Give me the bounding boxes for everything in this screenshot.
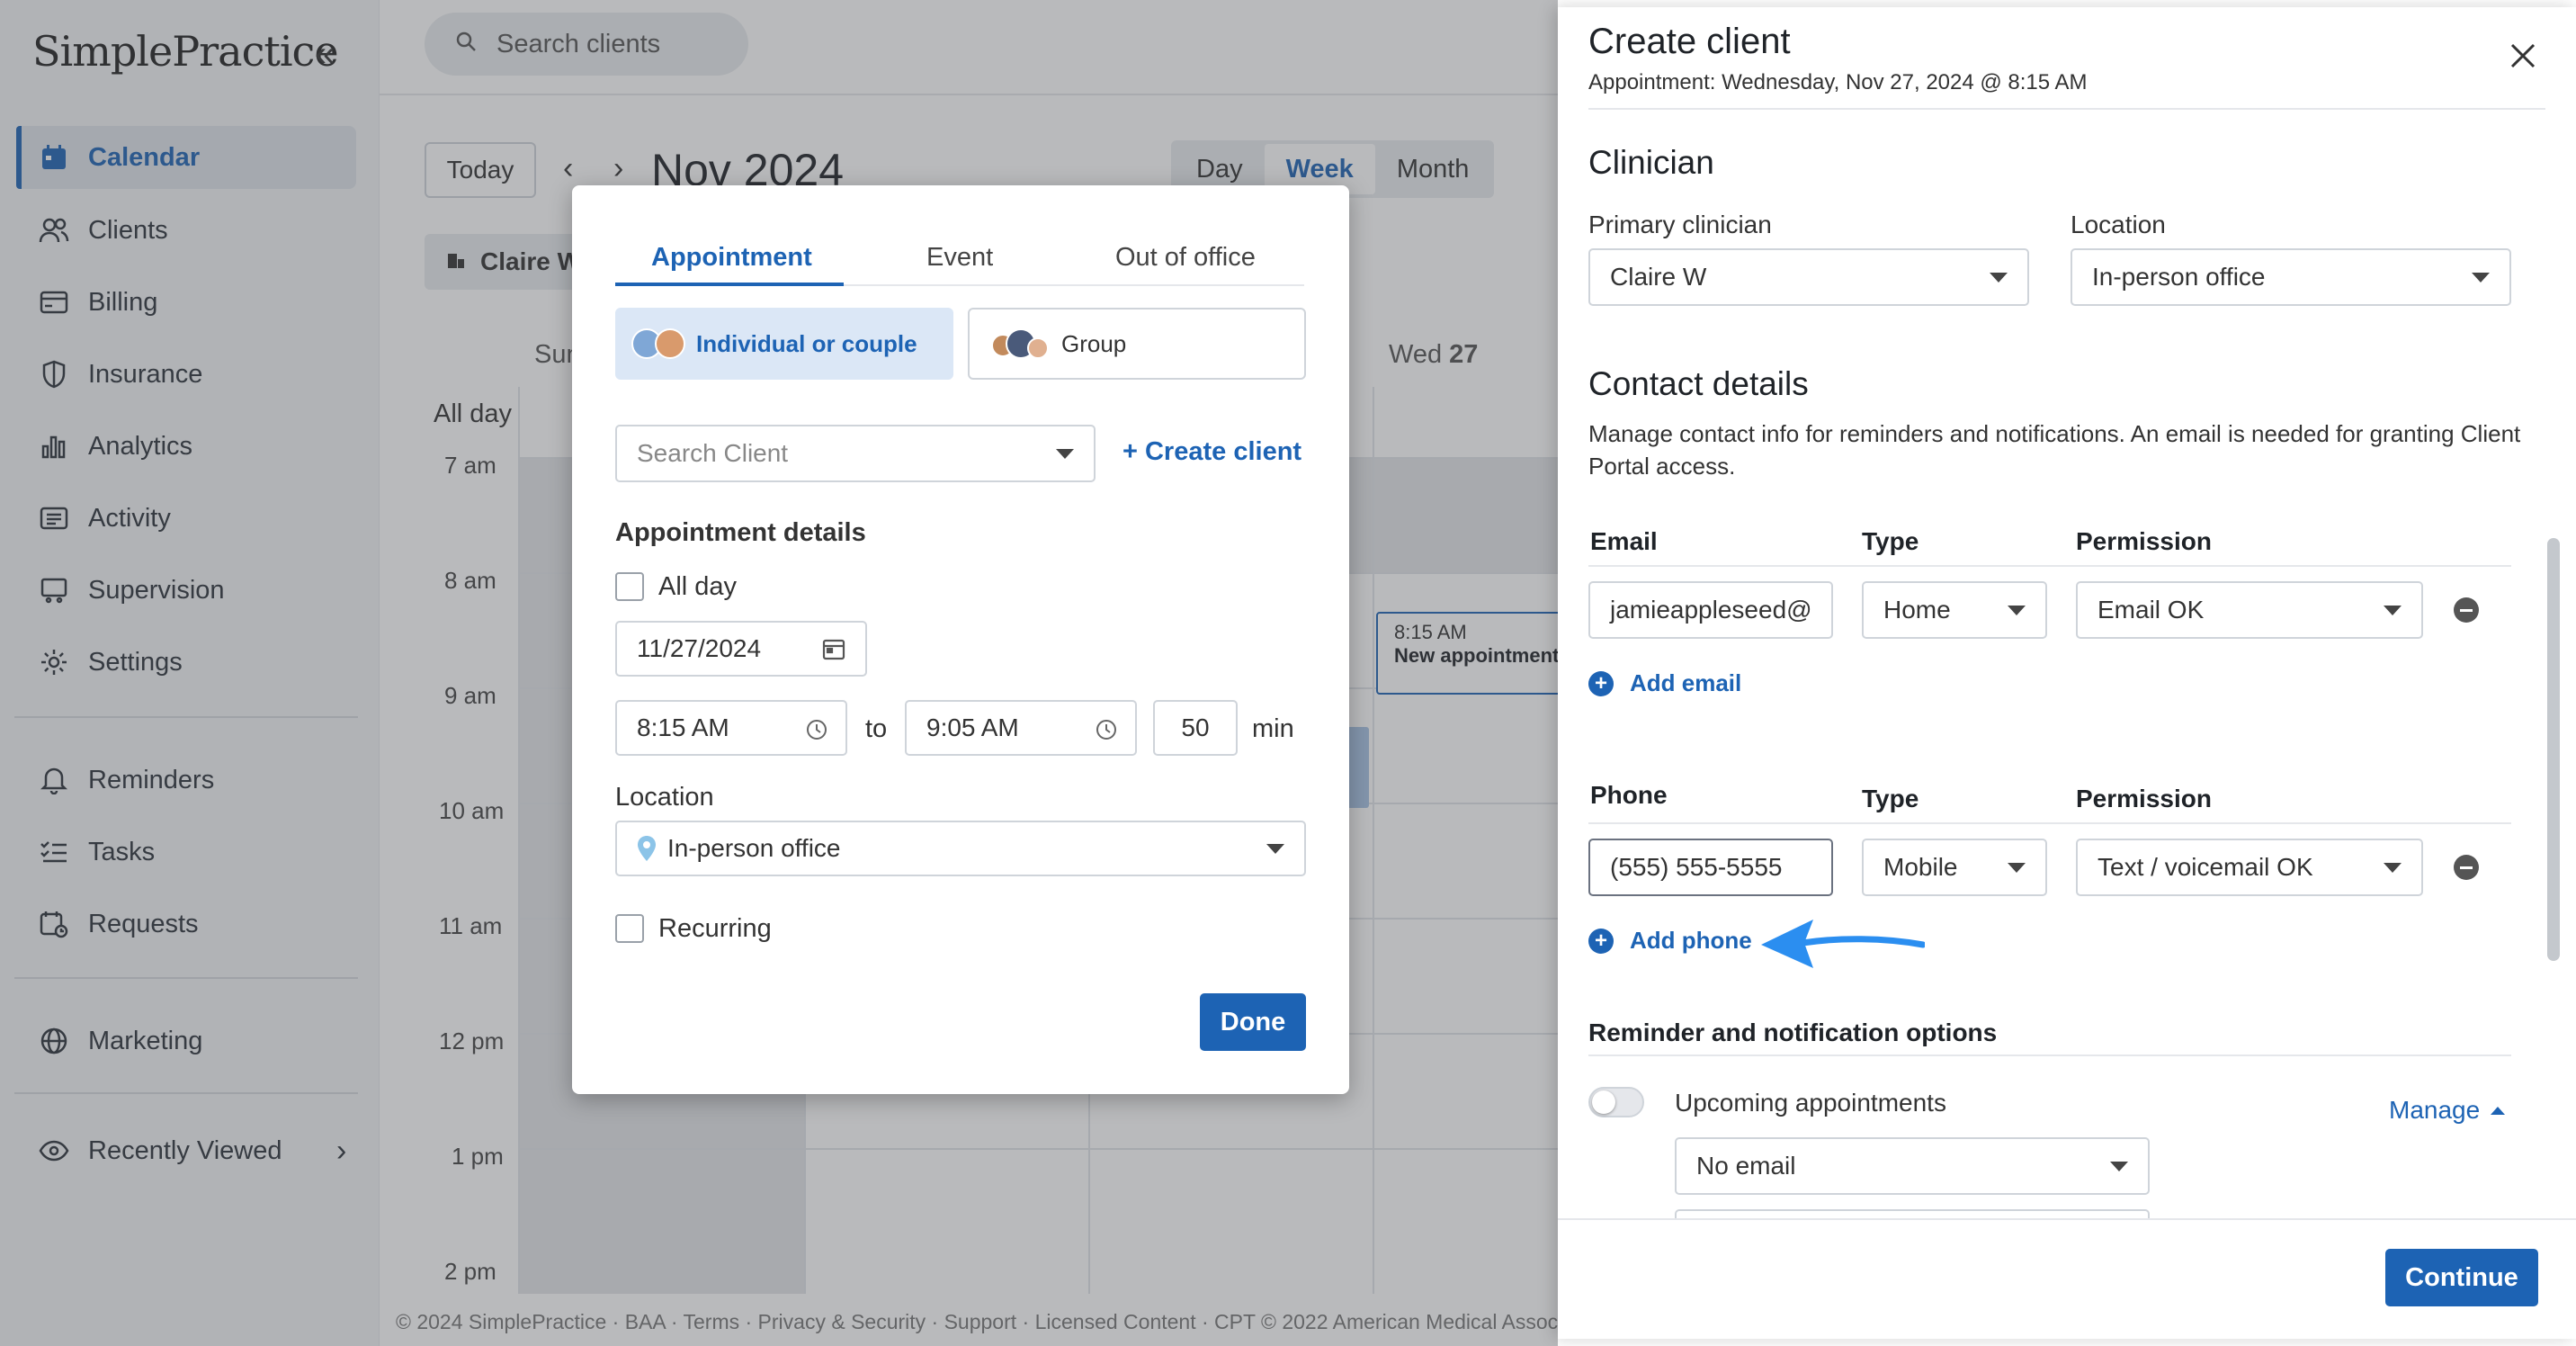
recurring-label: Recurring [658, 914, 772, 943]
individual-couple-option[interactable]: Individual or couple [615, 308, 953, 380]
individual-couple-label: Individual or couple [696, 329, 917, 357]
drawer-title: Create client [1588, 22, 1791, 61]
end-time-input[interactable]: 9:05 AM [905, 700, 1137, 756]
phone-type-select[interactable]: Mobile [1862, 839, 2047, 896]
tab-indicator [615, 283, 844, 286]
to-label: to [865, 714, 888, 743]
type-column-header: Type [1862, 527, 1919, 555]
reminder-email-select[interactable]: No email [1675, 1137, 2150, 1195]
email-permission-value: Email OK [2097, 596, 2205, 624]
permission-column-header: Permission [2076, 785, 2212, 812]
phone-header-divider [1588, 822, 2511, 824]
drawer-subtitle: Appointment: Wednesday, Nov 27, 2024 @ 8… [1588, 70, 2088, 94]
chevron-up-icon [2491, 1106, 2506, 1115]
manage-label: Manage [2389, 1096, 2481, 1124]
type-column-header: Type [1862, 785, 1919, 812]
appointment-popover: Appointment Event Out of office Individu… [572, 185, 1349, 1094]
manage-button[interactable]: Manage [2389, 1096, 2506, 1125]
create-client-link[interactable]: + Create client [1123, 437, 1301, 467]
close-icon[interactable] [2509, 40, 2536, 76]
calendar-picker-icon[interactable] [822, 637, 845, 667]
group-avatars-icon [991, 328, 1049, 359]
chevron-down-icon [2384, 863, 2402, 873]
email-permission-select[interactable]: Email OK [2076, 581, 2423, 639]
chevron-down-icon [2008, 606, 2026, 615]
email-column-header: Email [1590, 527, 1658, 555]
done-button[interactable]: Done [1200, 993, 1306, 1051]
reminder-email-value: No email [1696, 1152, 1796, 1180]
duration-input[interactable]: 50 [1153, 700, 1238, 756]
add-phone-button[interactable]: + Add phone [1588, 927, 1752, 955]
group-label: Group [1061, 329, 1127, 357]
remove-email-icon[interactable] [2454, 597, 2479, 623]
clock-icon [806, 718, 827, 747]
primary-clinician-label: Primary clinician [1588, 211, 1772, 238]
phone-permission-select[interactable]: Text / voicemail OK [2076, 839, 2423, 896]
add-email-label: Add email [1630, 669, 1742, 696]
contact-details-heading: Contact details [1588, 365, 1809, 402]
primary-clinician-value: Claire W [1610, 263, 1707, 291]
tab-out-of-office[interactable]: Out of office [1115, 243, 1256, 273]
remove-phone-icon[interactable] [2454, 855, 2479, 880]
chevron-down-icon [2384, 606, 2402, 615]
plus-icon: + [1588, 670, 1614, 696]
chevron-down-icon [2110, 1162, 2128, 1171]
clinician-heading: Clinician [1588, 144, 1714, 181]
reminder-divider [1588, 1054, 2511, 1056]
continue-button[interactable]: Continue [2385, 1249, 2538, 1306]
phone-column-header: Phone [1590, 781, 1668, 809]
location-label: Location [615, 783, 714, 812]
all-day-checkbox[interactable] [615, 572, 644, 601]
upcoming-appointments-toggle[interactable] [1588, 1087, 1644, 1117]
end-time-value: 9:05 AM [926, 713, 1019, 741]
reminder-options-heading: Reminder and notification options [1588, 1018, 1998, 1046]
all-day-label: All day [658, 572, 738, 601]
location-label: Location [2071, 211, 2166, 238]
location-select[interactable]: In-person office [2071, 248, 2511, 306]
recurring-checkbox[interactable] [615, 914, 644, 943]
create-client-drawer: Create client Appointment: Wednesday, No… [1558, 7, 2576, 1339]
phone-permission-value: Text / voicemail OK [2097, 853, 2313, 881]
tab-event[interactable]: Event [926, 243, 993, 273]
email-input[interactable]: jamieappleseed@ [1588, 581, 1833, 639]
location-select[interactable]: In-person office [615, 821, 1306, 876]
drawer-header-divider [1588, 108, 2545, 110]
drawer-scrollbar[interactable] [2547, 538, 2560, 961]
contact-details-description: Manage contact info for reminders and no… [1588, 420, 2521, 480]
chevron-down-icon [2472, 273, 2490, 283]
upcoming-appointments-label: Upcoming appointments [1675, 1089, 1946, 1117]
group-option[interactable]: Group [968, 308, 1306, 380]
search-client-select[interactable]: Search Client [615, 425, 1096, 482]
chevron-down-icon [1266, 844, 1284, 854]
location-value: In-person office [2092, 263, 2266, 291]
email-type-select[interactable]: Home [1862, 581, 2047, 639]
add-email-button[interactable]: + Add email [1588, 669, 1741, 697]
add-phone-label: Add phone [1630, 927, 1752, 954]
location-value: In-person office [667, 834, 841, 862]
permission-column-header: Permission [2076, 527, 2212, 555]
plus-icon: + [1588, 928, 1614, 954]
tab-appointment[interactable]: Appointment [651, 243, 812, 273]
chevron-down-icon [2008, 863, 2026, 873]
chevron-down-icon [1990, 273, 2008, 283]
clock-icon [1096, 718, 1117, 747]
annotation-arrow-icon [1758, 911, 1927, 978]
start-time-input[interactable]: 8:15 AM [615, 700, 847, 756]
avatars-icon [631, 328, 685, 359]
chevron-down-icon [1056, 449, 1074, 459]
email-type-value: Home [1883, 596, 1951, 624]
appointment-details-heading: Appointment details [615, 518, 866, 547]
date-value: 11/27/2024 [637, 634, 762, 662]
phone-type-value: Mobile [1883, 853, 1958, 881]
email-header-divider [1588, 565, 2511, 567]
date-input[interactable]: 11/27/2024 [615, 621, 867, 677]
phone-input[interactable]: (555) 555-5555 [1588, 839, 1833, 896]
start-time-value: 8:15 AM [637, 713, 729, 741]
min-label: min [1252, 714, 1294, 743]
primary-clinician-select[interactable]: Claire W [1588, 248, 2029, 306]
location-pin-icon [637, 835, 657, 862]
search-client-placeholder: Search Client [637, 439, 789, 467]
